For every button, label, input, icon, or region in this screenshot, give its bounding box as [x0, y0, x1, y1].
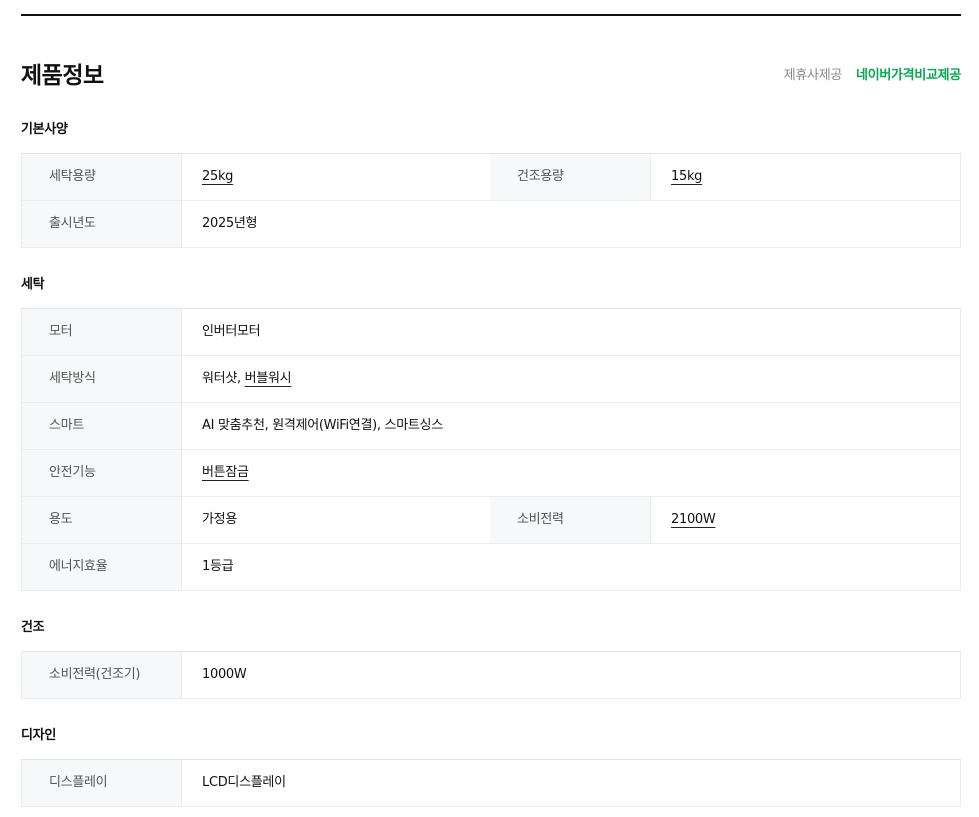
spec-value: 25kg	[181, 154, 233, 200]
table-row: 세탁방식 워터샷, 버블워시	[21, 356, 961, 403]
section-title-wash: 세탁	[21, 277, 45, 292]
spec-table-design: 디스플레이 LCD디스플레이	[21, 759, 961, 807]
spec-value-link[interactable]: 25kg	[202, 169, 233, 184]
table-row: 스마트 AI 맞춤추천, 원격제어(WiFi연결), 스마트싱스	[21, 403, 961, 450]
spec-label: 세탁용량	[21, 154, 181, 200]
spec-value: 1000W	[181, 652, 247, 698]
spec-value: LCD디스플레이	[181, 760, 286, 806]
spec-value-link[interactable]: 2100W	[671, 512, 716, 527]
spec-value: 15kg	[650, 154, 702, 200]
spec-label: 세탁방식	[21, 356, 181, 402]
table-row: 안전기능 버튼잠금	[21, 450, 961, 497]
spec-value: 버튼잠금	[181, 450, 249, 496]
spec-value-link[interactable]: 15kg	[671, 169, 702, 184]
spec-label: 스마트	[21, 403, 181, 449]
spec-label: 건조용량	[490, 154, 650, 200]
spec-value: AI 맞춤추천, 원격제어(WiFi연결), 스마트싱스	[181, 403, 443, 449]
spec-label: 용도	[21, 497, 181, 543]
table-row: 에너지효율 1등급	[21, 544, 961, 591]
section-title-basic: 기본사양	[21, 122, 68, 137]
provider-naver-label: 네이버가격비교제공	[856, 68, 961, 83]
table-row: 출시년도 2025년형	[21, 201, 961, 248]
spec-value: 워터샷, 버블워시	[181, 356, 292, 402]
spec-table-basic: 세탁용량 25kg 건조용량 15kg 출시년도 2025년형	[21, 153, 961, 248]
spec-label: 모터	[21, 309, 181, 355]
spec-table-wash: 모터 인버터모터 세탁방식 워터샷, 버블워시 스마트 AI 맞춤추천, 원격제…	[21, 308, 961, 591]
table-row: 디스플레이 LCD디스플레이	[21, 760, 961, 807]
table-row: 용도 가정용 소비전력 2100W	[21, 497, 961, 544]
table-row: 세탁용량 25kg 건조용량 15kg	[21, 154, 961, 201]
spec-value-text: 워터샷,	[202, 371, 245, 386]
section-title-design: 디자인	[21, 728, 56, 743]
table-row: 소비전력(건조기) 1000W	[21, 652, 961, 699]
section-title-dry: 건조	[21, 620, 45, 635]
provider-affiliate-label: 제휴사제공	[783, 68, 843, 83]
top-divider	[21, 14, 961, 16]
spec-label: 소비전력(건조기)	[21, 652, 181, 698]
page-title: 제품정보	[21, 63, 104, 89]
spec-value: 2025년형	[181, 201, 258, 247]
provider-info: 제휴사제공 네이버가격비교제공	[783, 67, 962, 85]
spec-label: 에너지효율	[21, 544, 181, 590]
spec-value: 1등급	[181, 544, 234, 590]
spec-label: 안전기능	[21, 450, 181, 496]
spec-value-link[interactable]: 버블워시	[245, 371, 292, 386]
spec-value: 2100W	[650, 497, 716, 543]
table-row: 모터 인버터모터	[21, 309, 961, 356]
spec-value: 인버터모터	[181, 309, 261, 355]
spec-label: 출시년도	[21, 201, 181, 247]
spec-label: 디스플레이	[21, 760, 181, 806]
spec-label: 소비전력	[490, 497, 650, 543]
spec-value: 가정용	[181, 497, 237, 543]
spec-value-link[interactable]: 버튼잠금	[202, 465, 249, 480]
spec-table-dry: 소비전력(건조기) 1000W	[21, 651, 961, 699]
